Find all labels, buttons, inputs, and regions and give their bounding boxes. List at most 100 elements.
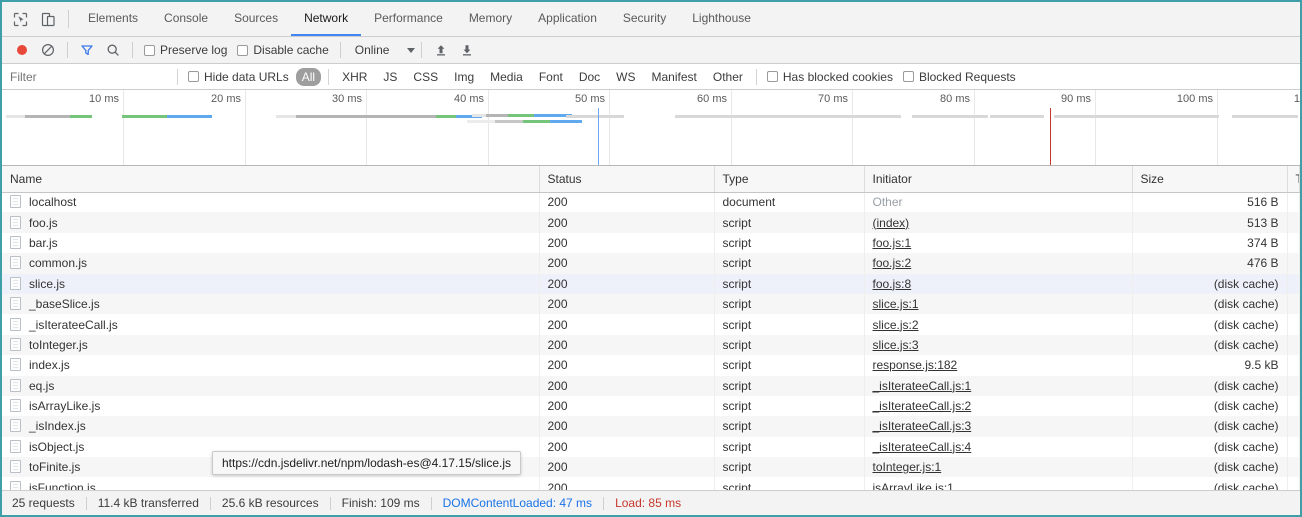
- cell-name[interactable]: isFunction.js: [2, 477, 540, 490]
- table-row[interactable]: slice.js 200 script foo.js:8 (disk cache): [2, 273, 1300, 294]
- cell-initiator[interactable]: _isIterateeCall.js:2: [864, 395, 1133, 417]
- cell-name[interactable]: foo.js: [2, 212, 540, 233]
- type-filter-other[interactable]: Other: [707, 68, 749, 86]
- type-filter-img[interactable]: Img: [448, 68, 480, 86]
- tab-performance[interactable]: Performance: [361, 2, 456, 36]
- tab-network[interactable]: Network: [291, 2, 362, 36]
- cell-initiator[interactable]: slice.js:1: [864, 293, 1133, 315]
- initiator-link[interactable]: (index): [873, 216, 910, 230]
- cell-initiator[interactable]: _isIterateeCall.js:1: [864, 375, 1133, 396]
- cell-name[interactable]: slice.js: [2, 273, 540, 294]
- has-blocked-cookies-checkbox[interactable]: Has blocked cookies: [766, 70, 893, 84]
- column-header-status[interactable]: Status: [539, 166, 715, 193]
- column-header-type[interactable]: Type: [714, 166, 865, 193]
- cell-initiator[interactable]: foo.js:8: [864, 273, 1133, 294]
- cell-name[interactable]: _isIndex.js: [2, 416, 540, 437]
- table-row[interactable]: _isIndex.js 200 script _isIterateeCall.js:3…: [2, 416, 1300, 437]
- cell-initiator[interactable]: response.js:182: [864, 355, 1133, 376]
- initiator-link[interactable]: toInteger.js:1: [873, 460, 942, 474]
- tab-console[interactable]: Console: [151, 2, 221, 36]
- initiator-link[interactable]: _isIterateeCall.js:3: [873, 419, 972, 433]
- initiator-link[interactable]: _isIterateeCall.js:1: [873, 379, 972, 393]
- cell-name[interactable]: index.js: [2, 355, 540, 376]
- record-circle-icon[interactable]: [9, 37, 35, 63]
- overview-tick-line: [1095, 90, 1096, 165]
- cell-name[interactable]: eq.js: [2, 375, 540, 396]
- disable-cache-checkbox[interactable]: Disable cache: [237, 43, 329, 57]
- type-filter-xhr[interactable]: XHR: [336, 68, 373, 86]
- import-har-up-arrow-icon[interactable]: [428, 37, 454, 63]
- column-header-name[interactable]: Name: [2, 166, 540, 193]
- table-row[interactable]: isObject.js 200 script _isIterateeCall.js:4…: [2, 436, 1300, 458]
- table-row[interactable]: _isIterateeCall.js 200 script slice.js:2 (di…: [2, 314, 1300, 335]
- cell-name[interactable]: _isIterateeCall.js: [2, 314, 540, 335]
- cell-initiator[interactable]: slice.js:3: [864, 334, 1133, 356]
- table-row[interactable]: _baseSlice.js 200 script slice.js:1 (disk ca…: [2, 293, 1300, 315]
- initiator-link[interactable]: slice.js:2: [873, 318, 919, 332]
- cell-initiator[interactable]: toInteger.js:1: [864, 457, 1133, 478]
- table-row[interactable]: toInteger.js 200 script slice.js:3 (disk cac…: [2, 334, 1300, 356]
- table-row[interactable]: eq.js 200 script _isIterateeCall.js:1 (disk …: [2, 375, 1300, 396]
- type-filter-manifest[interactable]: Manifest: [646, 68, 703, 86]
- cell-initiator[interactable]: foo.js:2: [864, 253, 1133, 274]
- column-header-initiator[interactable]: Initiator: [864, 166, 1133, 193]
- table-row[interactable]: isFunction.js 200 script isArrayLike.js:1 (d…: [2, 477, 1300, 490]
- table-row[interactable]: index.js 200 script response.js:182 9.5 kB: [2, 355, 1300, 376]
- type-filter-all[interactable]: All: [295, 67, 322, 86]
- initiator-link[interactable]: _isIterateeCall.js:4: [873, 440, 972, 454]
- cell-initiator[interactable]: isArrayLike.js:1: [864, 477, 1133, 490]
- cell-initiator[interactable]: (index): [864, 212, 1133, 233]
- initiator-link[interactable]: response.js:182: [873, 358, 958, 372]
- cell-name[interactable]: _baseSlice.js: [2, 293, 540, 315]
- initiator-link[interactable]: slice.js:1: [873, 297, 919, 311]
- initiator-link[interactable]: slice.js:3: [873, 338, 919, 352]
- table-row[interactable]: isArrayLike.js 200 script _isIterateeCall.j…: [2, 395, 1300, 417]
- type-filter-media[interactable]: Media: [484, 68, 529, 86]
- type-filter-doc[interactable]: Doc: [573, 68, 606, 86]
- table-row[interactable]: common.js 200 script foo.js:2 476 B: [2, 253, 1300, 274]
- tab-sources[interactable]: Sources: [221, 2, 291, 36]
- tab-security[interactable]: Security: [610, 2, 679, 36]
- hide-data-urls-checkbox[interactable]: Hide data URLs: [188, 70, 289, 84]
- tab-lighthouse[interactable]: Lighthouse: [679, 2, 764, 36]
- initiator-link[interactable]: isArrayLike.js:1: [873, 481, 954, 490]
- cell-initiator[interactable]: slice.js:2: [864, 314, 1133, 335]
- export-har-down-arrow-icon[interactable]: [454, 37, 480, 63]
- search-icon[interactable]: [100, 37, 126, 63]
- cell-name[interactable]: isArrayLike.js: [2, 395, 540, 417]
- network-overview-timeline[interactable]: 10 ms 20 ms 30 ms 40 ms 50 ms 60 ms 70 ms 80 ms…: [2, 90, 1300, 166]
- preserve-log-checkbox[interactable]: Preserve log: [144, 43, 227, 57]
- throttling-select[interactable]: Online: [355, 43, 416, 57]
- tab-application[interactable]: Application: [525, 2, 610, 36]
- table-row[interactable]: localhost 200 document Other 516 B: [2, 192, 1300, 213]
- network-requests-grid[interactable]: Name Status Type Initiator Size Ti local…: [2, 166, 1300, 490]
- table-row[interactable]: bar.js 200 script foo.js:1 374 B: [2, 232, 1300, 254]
- cell-initiator[interactable]: foo.js:1: [864, 232, 1133, 254]
- table-row[interactable]: toFinite.js 200 script toInteger.js:1 (disk …: [2, 457, 1300, 478]
- cell-name[interactable]: toInteger.js: [2, 334, 540, 356]
- cell-name[interactable]: bar.js: [2, 232, 540, 254]
- initiator-link[interactable]: foo.js:8: [873, 277, 912, 291]
- cell-name[interactable]: localhost: [2, 192, 540, 213]
- cell-initiator[interactable]: _isIterateeCall.js:4: [864, 436, 1133, 458]
- cell-initiator[interactable]: _isIterateeCall.js:3: [864, 416, 1133, 437]
- initiator-link[interactable]: foo.js:2: [873, 256, 912, 270]
- table-row[interactable]: foo.js 200 script (index) 513 B: [2, 212, 1300, 233]
- column-header-size[interactable]: Size: [1132, 166, 1288, 193]
- type-filter-ws[interactable]: WS: [610, 68, 641, 86]
- cell-name[interactable]: common.js: [2, 253, 540, 274]
- tab-memory[interactable]: Memory: [456, 2, 525, 36]
- tab-elements[interactable]: Elements: [75, 2, 151, 36]
- device-toolbar-icon[interactable]: [34, 2, 62, 36]
- column-header-time[interactable]: Ti: [1287, 166, 1300, 193]
- filter-funnel-icon[interactable]: [74, 37, 100, 63]
- blocked-requests-checkbox[interactable]: Blocked Requests: [902, 70, 1016, 84]
- type-filter-css[interactable]: CSS: [407, 68, 444, 86]
- type-filter-font[interactable]: Font: [533, 68, 569, 86]
- type-filter-js[interactable]: JS: [377, 68, 403, 86]
- initiator-link[interactable]: foo.js:1: [873, 236, 912, 250]
- clear-no-entry-icon[interactable]: [35, 37, 61, 63]
- filter-input[interactable]: [2, 69, 172, 84]
- initiator-link[interactable]: _isIterateeCall.js:2: [873, 399, 972, 413]
- inspect-element-icon[interactable]: [6, 2, 34, 36]
